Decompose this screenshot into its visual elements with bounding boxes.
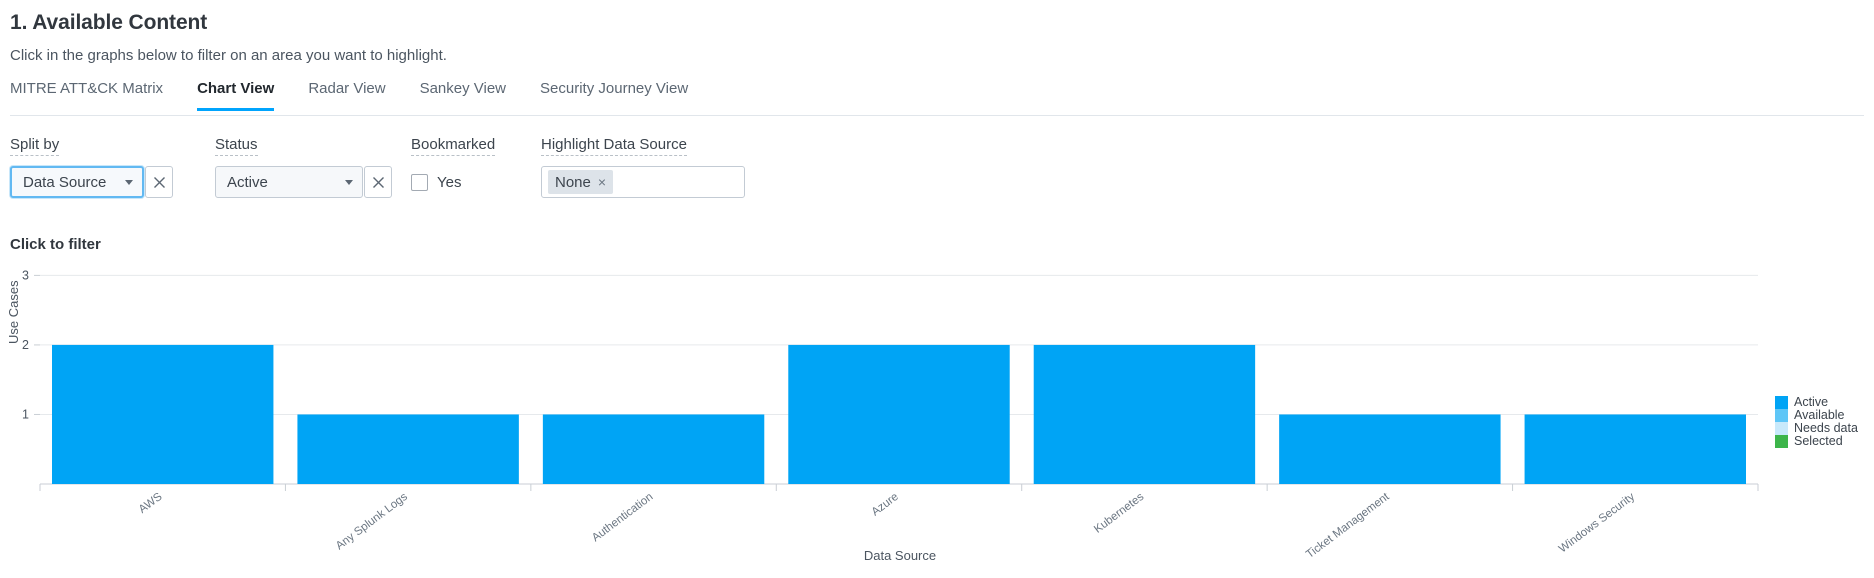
legend-swatch [1775, 396, 1788, 409]
x-axis-label[interactable]: Kubernetes [1092, 491, 1146, 536]
chevron-down-icon [125, 180, 133, 185]
highlight-token-remove-icon[interactable]: × [598, 175, 606, 189]
split-by-select[interactable]: Data Source [10, 166, 144, 198]
bar-kubernetes[interactable] [1033, 344, 1256, 484]
y-tick-label: 1 [22, 407, 29, 421]
bar-aws[interactable] [52, 344, 274, 484]
x-axis-label[interactable]: Authentication [590, 491, 655, 544]
chart-legend: Active Available Needs data Selected [1775, 396, 1858, 448]
split-by-value: Data Source [23, 173, 107, 191]
bar-chart-svg[interactable]: 1 2 3 AWS Any Splunk Logs Authentication Azure… [0, 258, 1874, 578]
legend-swatch [1775, 422, 1788, 435]
split-by-label: Split by [10, 136, 60, 156]
highlight-data-source-group: Highlight Data Source None × [541, 136, 745, 198]
status-value: Active [227, 173, 268, 191]
highlight-token-label: None [555, 173, 591, 191]
bookmarked-group: Bookmarked Yes [411, 136, 496, 198]
bookmarked-yes-label: Yes [437, 173, 462, 191]
tab-radar-view[interactable]: Radar View [308, 80, 385, 111]
status-group: Status Active [215, 136, 392, 198]
x-axis-title: Data Source [863, 548, 937, 563]
bar-chart[interactable]: 1 2 3 AWS Any Splunk Logs Authentication Azure… [0, 258, 1874, 578]
tab-chart-view[interactable]: Chart View [197, 80, 275, 111]
tab-mitre-attack-matrix[interactable]: MITRE ATT&CK Matrix [10, 80, 163, 111]
highlight-token[interactable]: None × [548, 170, 614, 194]
legend-swatch [1775, 409, 1788, 422]
x-axis-label[interactable]: Azure [870, 491, 901, 519]
highlight-data-source-input[interactable]: None × [541, 166, 745, 198]
x-axis-label[interactable]: Any Splunk Logs [334, 491, 410, 553]
legend-swatch [1775, 435, 1788, 448]
view-tabs: MITRE ATT&CK Matrix Chart View Radar Vie… [10, 80, 1864, 116]
legend-label: Selected [1794, 434, 1843, 448]
page-title: 1. Available Content [10, 11, 208, 34]
legend-item-selected[interactable]: Selected [1775, 435, 1858, 448]
x-axis-label[interactable]: AWS [137, 491, 165, 516]
chart-heading: Click to filter [10, 236, 101, 253]
x-axis-label[interactable]: Windows Security [1557, 491, 1637, 556]
close-icon [372, 176, 384, 188]
page-subtitle: Click in the graphs below to filter on a… [10, 47, 447, 64]
bar-azure[interactable] [788, 344, 1010, 484]
chevron-down-icon [345, 180, 353, 185]
bar-ticket-management[interactable] [1279, 414, 1501, 484]
chart-view-page: 1. Available Content Click in the graphs… [0, 0, 1874, 578]
y-axis-title: Use Cases [6, 280, 21, 344]
tab-security-journey-view[interactable]: Security Journey View [540, 80, 688, 111]
split-by-group: Split by Data Source [10, 136, 173, 198]
split-by-clear-button[interactable] [145, 166, 173, 198]
bar-any-splunk-logs[interactable] [297, 414, 519, 484]
y-tick-label: 2 [22, 338, 29, 352]
status-label: Status [215, 136, 258, 156]
close-icon [153, 176, 165, 188]
tab-sankey-view[interactable]: Sankey View [420, 80, 506, 111]
bar-authentication[interactable] [542, 414, 765, 484]
bar-windows-security[interactable] [1524, 414, 1746, 484]
status-clear-button[interactable] [364, 166, 392, 198]
status-select[interactable]: Active [215, 166, 363, 198]
bookmarked-label: Bookmarked [411, 136, 496, 156]
checkbox-box-icon [411, 173, 428, 191]
y-tick-label: 3 [22, 268, 29, 282]
bookmarked-yes-checkbox[interactable]: Yes [411, 166, 461, 198]
highlight-data-source-label: Highlight Data Source [541, 136, 687, 156]
